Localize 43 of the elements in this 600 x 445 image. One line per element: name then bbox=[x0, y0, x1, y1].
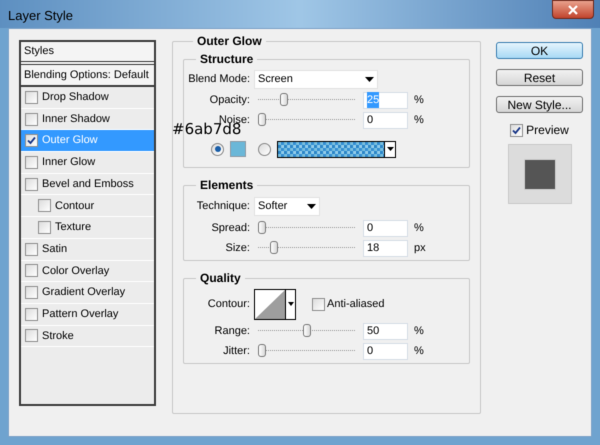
checkbox-label[interactable]: Preview bbox=[526, 121, 569, 139]
dialog-button[interactable]: Reset bbox=[496, 69, 583, 86]
input-field[interactable]: 0 bbox=[363, 112, 408, 128]
input-field[interactable]: 50 bbox=[363, 322, 408, 340]
unit-label: % bbox=[414, 344, 424, 359]
unit-label: % bbox=[414, 92, 424, 108]
list-item[interactable]: Satin bbox=[21, 238, 154, 260]
input-field[interactable]: 18 bbox=[363, 240, 408, 256]
field-label: Blend Mode: bbox=[187, 72, 251, 87]
list-item[interactable]: Blending Options: Default bbox=[21, 65, 154, 87]
list-item[interactable]: Pattern Overlay bbox=[21, 304, 154, 326]
dialog-button[interactable]: New Style... bbox=[496, 96, 583, 113]
unit-label: % bbox=[414, 220, 424, 236]
checkbox-label[interactable]: Anti-aliased bbox=[327, 296, 384, 312]
list-item[interactable]: Stroke bbox=[21, 326, 154, 348]
dropdown[interactable]: Screen bbox=[254, 70, 378, 88]
list-item[interactable]: Texture bbox=[21, 217, 154, 239]
list-item[interactable]: Contour bbox=[21, 195, 154, 218]
field-label: Spread: bbox=[210, 220, 251, 236]
dropdown[interactable]: Softer bbox=[254, 196, 320, 216]
field-label: Size: bbox=[224, 240, 251, 256]
field-label: Technique: bbox=[196, 198, 251, 214]
input-field[interactable]: 0 bbox=[363, 220, 408, 236]
group-title: Outer Glow bbox=[196, 33, 263, 50]
unit-label: px bbox=[414, 240, 426, 256]
group-title: Quality bbox=[199, 270, 242, 287]
list-item[interactable]: Drop Shadow bbox=[21, 87, 154, 109]
field-label: Jitter: bbox=[222, 344, 251, 359]
list-item[interactable]: Gradient Overlay bbox=[21, 282, 154, 304]
field-label: Opacity: bbox=[208, 92, 251, 108]
dialog-button[interactable]: OK bbox=[496, 42, 583, 59]
list-header[interactable]: Styles bbox=[21, 42, 154, 65]
unit-label: % bbox=[414, 324, 424, 339]
list-item[interactable]: Inner Glow bbox=[21, 152, 154, 174]
list-item[interactable]: Bevel and Emboss bbox=[21, 174, 154, 196]
group-title: Structure bbox=[199, 51, 254, 68]
list-item[interactable]: Color Overlay bbox=[21, 260, 154, 282]
window-title: Layer Style bbox=[8, 7, 74, 25]
field-label: Contour: bbox=[206, 296, 251, 312]
input-field[interactable]: 0 bbox=[363, 342, 408, 360]
field-label: Range: bbox=[214, 324, 251, 339]
group-title: Elements bbox=[199, 177, 254, 194]
unit-label: % bbox=[414, 112, 424, 128]
